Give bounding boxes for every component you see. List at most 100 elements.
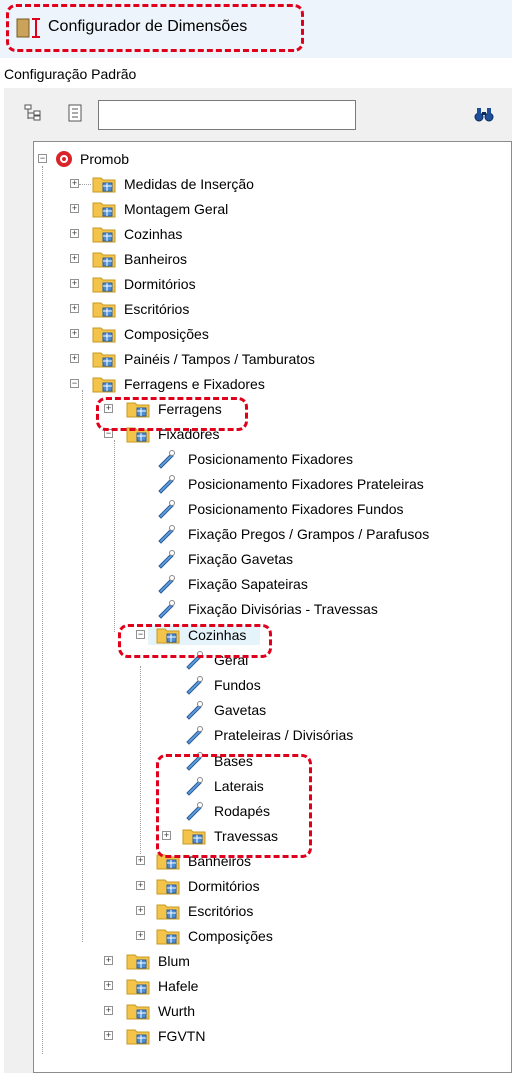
expand-icon[interactable]: + (136, 856, 145, 865)
tree-item-promob[interactable]: − Promob (34, 148, 504, 170)
tree-item-label: Banheiros (124, 251, 188, 267)
tree-item-cozinhas[interactable]: + Cozinhas (34, 223, 504, 245)
ruler-icon (186, 726, 203, 745)
tree-item-montagem[interactable]: + Montagem Geral (34, 198, 504, 220)
expand-icon[interactable]: + (136, 881, 145, 890)
tree-item-label: Hafele (158, 978, 199, 994)
expand-icon[interactable]: + (136, 906, 145, 915)
tree-item-label: Medidas de Inserção (124, 176, 254, 192)
ruler-icon (186, 676, 203, 695)
tree-item-fgvtn[interactable]: + FGVTN (34, 1025, 504, 1047)
tree-item-label: FGVTN (158, 1028, 206, 1044)
expand-icon[interactable]: + (70, 354, 79, 363)
tree-item-config[interactable]: Fixação Gavetas (34, 548, 504, 570)
highlight-fixadores (96, 397, 248, 431)
tree-item-wurth[interactable]: + Wurth (34, 1000, 504, 1022)
expand-icon[interactable]: + (70, 204, 79, 213)
tree-item-label: Fundos (214, 677, 261, 693)
expand-icon[interactable]: + (104, 956, 113, 965)
expand-icon[interactable]: + (70, 179, 79, 188)
folder-open-icon (92, 377, 116, 393)
tree-item-label: Dormitórios (188, 878, 260, 894)
tree-item-config[interactable]: Prateleiras / Divisórias (34, 724, 504, 746)
folder-icon (126, 1004, 150, 1020)
tree-item-escritorios[interactable]: + Escritórios (34, 298, 504, 320)
expand-icon[interactable]: + (104, 1006, 113, 1015)
ruler-icon (158, 550, 175, 569)
tree-item-config[interactable]: Fundos (34, 674, 504, 696)
tree-item-config[interactable]: Gavetas (34, 699, 504, 721)
tree-item-config[interactable]: Posicionamento Fixadores Prateleiras (34, 473, 504, 495)
tree-item-hafele[interactable]: + Hafele (34, 975, 504, 997)
folder-icon (92, 352, 116, 368)
tree-item-config[interactable]: Posicionamento Fixadores (34, 448, 504, 470)
folder-icon (156, 929, 180, 945)
collapse-all-icon[interactable] (24, 104, 42, 122)
collapse-icon[interactable]: − (70, 379, 79, 388)
tree-item-label: Gavetas (214, 702, 267, 718)
tree-item-config[interactable]: Posicionamento Fixadores Fundos (34, 498, 504, 520)
highlight-cozinhas (118, 624, 272, 658)
tree-item-config[interactable]: Fixação Divisórias - Travessas (34, 598, 504, 620)
tree-item-label: Blum (158, 953, 190, 969)
config-label: Configuração Padrão (4, 66, 137, 82)
binoculars-icon[interactable] (474, 106, 494, 122)
tree-item-composicoes[interactable]: + Composições (34, 323, 504, 345)
tree-item-dormitorios-sub[interactable]: + Dormitórios (34, 875, 504, 897)
tree-item-label: Composições (188, 928, 273, 944)
tree-item-label: Escritórios (188, 903, 254, 919)
tree-item-label: Ferragens e Fixadores (124, 376, 265, 392)
folder-icon (92, 302, 116, 318)
tree-item-escritorios-sub[interactable]: + Escritórios (34, 900, 504, 922)
folder-icon (92, 252, 116, 268)
folder-icon (126, 979, 150, 995)
expand-icon[interactable]: + (104, 1031, 113, 1040)
folder-icon (92, 327, 116, 343)
tree-item-config[interactable]: Fixação Pregos / Grampos / Parafusos (34, 523, 504, 545)
tree-item-label: Fixação Sapateiras (188, 576, 308, 592)
tree-item-label: Montagem Geral (124, 201, 229, 217)
ruler-icon (158, 600, 175, 619)
tree-item-label: Fixação Gavetas (188, 551, 294, 567)
tree-item-label: Dormitórios (124, 276, 196, 292)
tree-item-label: Fixação Divisórias - Travessas (188, 601, 378, 617)
tree-guide (79, 184, 91, 185)
tree-item-label: Prateleiras / Divisórias (214, 727, 354, 743)
folder-icon (126, 954, 150, 970)
tree-item-medidas[interactable]: + Medidas de Inserção (34, 173, 504, 195)
folder-icon (156, 879, 180, 895)
search-input[interactable] (98, 100, 356, 130)
expand-all-icon[interactable] (66, 104, 84, 122)
tree-item-dormitorios[interactable]: + Dormitórios (34, 273, 504, 295)
folder-icon (156, 904, 180, 920)
ruler-icon (158, 450, 175, 469)
tree-item-paineis[interactable]: + Painéis / Tampos / Tamburatos (34, 348, 504, 370)
ruler-icon (158, 525, 175, 544)
expand-icon[interactable]: + (104, 981, 113, 990)
tree-item-ferragens-fixadores[interactable]: − Ferragens e Fixadores (34, 373, 504, 395)
dimension-tree[interactable]: − Promob + Medidas de Inserção + Montage… (33, 141, 512, 1073)
tree-item-blum[interactable]: + Blum (34, 950, 504, 972)
folder-icon (126, 1029, 150, 1045)
expand-icon[interactable]: + (70, 329, 79, 338)
tree-item-composicoes-sub[interactable]: + Composições (34, 925, 504, 947)
expand-icon[interactable]: + (70, 229, 79, 238)
tree-item-label: Wurth (158, 1003, 196, 1019)
expand-icon[interactable]: + (136, 931, 145, 940)
tree-item-banheiros[interactable]: + Banheiros (34, 248, 504, 270)
ruler-icon (186, 701, 203, 720)
expand-icon[interactable]: + (70, 254, 79, 263)
tree-item-label: Escritórios (124, 301, 190, 317)
folder-icon (92, 277, 116, 293)
highlight-items (156, 754, 312, 858)
expand-icon[interactable]: + (70, 304, 79, 313)
highlight-title (6, 4, 304, 52)
ruler-icon (158, 475, 175, 494)
folder-icon (92, 227, 116, 243)
tree-item-label: Posicionamento Fixadores Prateleiras (188, 476, 424, 492)
tree-item-label: Fixação Pregos / Grampos / Parafusos (188, 526, 430, 542)
expand-icon[interactable]: + (70, 279, 79, 288)
folder-icon (92, 177, 116, 193)
collapse-icon[interactable]: − (38, 154, 47, 163)
tree-item-config[interactable]: Fixação Sapateiras (34, 573, 504, 595)
